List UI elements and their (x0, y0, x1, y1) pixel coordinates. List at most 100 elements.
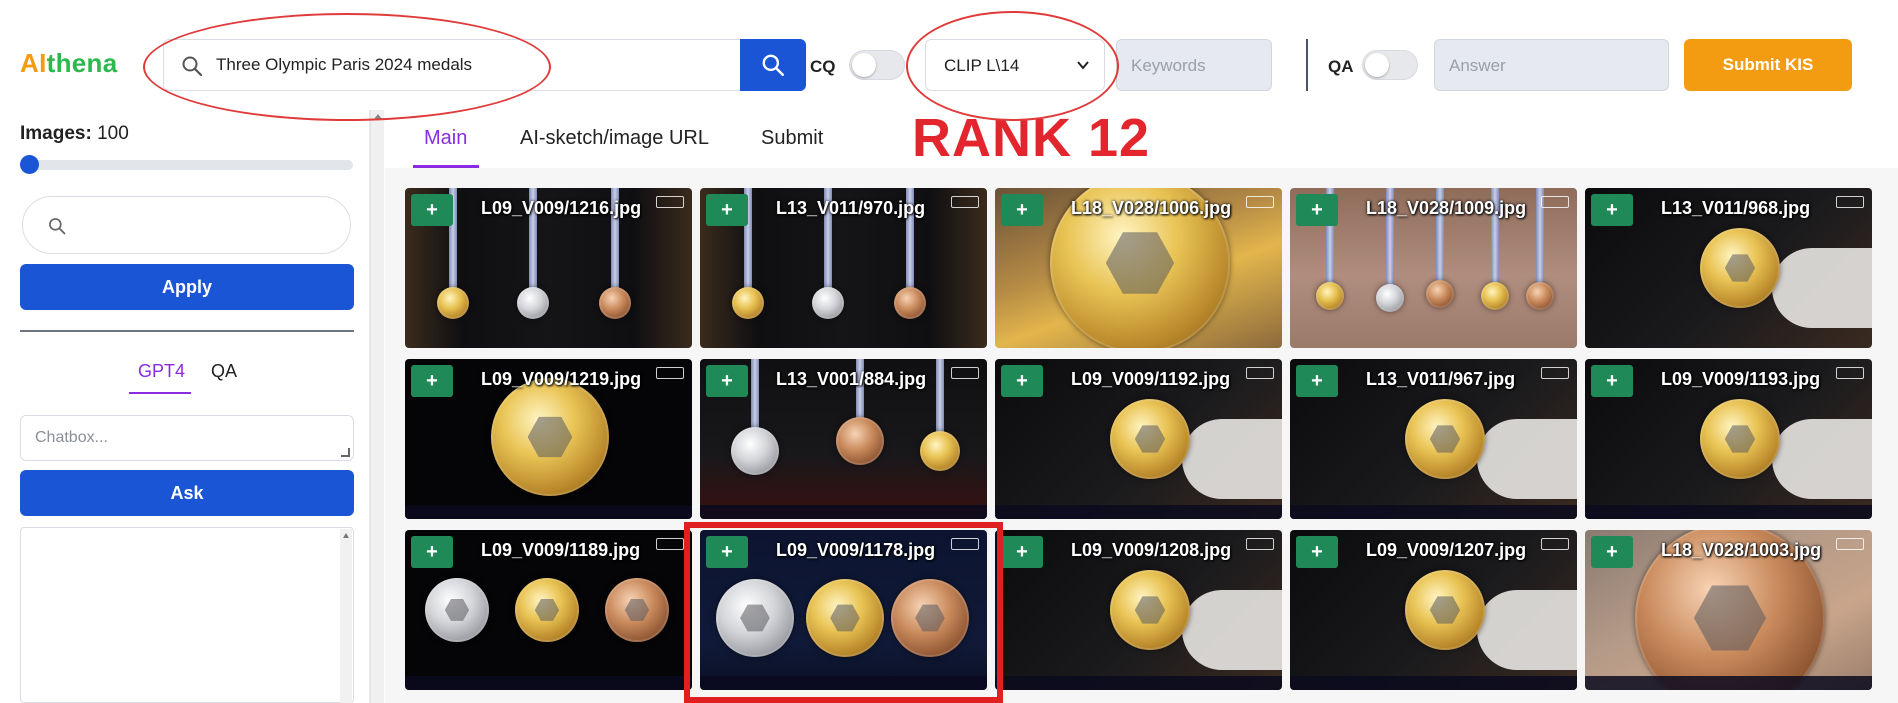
vtv-logo-icon (656, 367, 684, 379)
plus-icon[interactable]: + (706, 365, 748, 397)
panel-scrollbar[interactable] (370, 110, 384, 703)
chevron-down-icon (1077, 61, 1089, 70)
result-thumbnail[interactable]: + L09_V009/1189.jpg (405, 530, 692, 690)
thumbnail-filename: L09_V009/1193.jpg (1661, 369, 1821, 389)
medal-shape (517, 287, 549, 319)
result-thumbnail[interactable]: + L09_V009/1207.jpg (1290, 530, 1577, 690)
plus-icon[interactable]: + (1296, 194, 1338, 226)
glove-shape (1477, 419, 1577, 499)
plus-icon[interactable]: + (1001, 194, 1043, 226)
news-ticker (700, 676, 987, 690)
plus-icon[interactable]: + (1591, 194, 1633, 226)
resize-grip-icon[interactable] (341, 448, 350, 457)
news-ticker (1585, 676, 1872, 690)
tab-main[interactable]: Main (424, 127, 467, 150)
vtv-logo-icon (1541, 538, 1569, 550)
plus-icon[interactable]: + (706, 194, 748, 226)
plus-icon[interactable]: + (411, 365, 453, 397)
medal-shape (732, 287, 764, 319)
vtv-logo-icon (1246, 538, 1274, 550)
result-thumbnail[interactable]: + L09_V009/1178.jpg (700, 530, 987, 690)
result-thumbnail[interactable]: + L18_V028/1009.jpg (1290, 188, 1577, 348)
vtv-logo-icon (1246, 367, 1274, 379)
medal-shape (1426, 280, 1454, 308)
qa-toggle[interactable] (1362, 50, 1418, 80)
tab-gpt4[interactable]: GPT4 (138, 361, 185, 382)
ask-button[interactable]: Ask (20, 470, 354, 516)
glove-shape (1182, 590, 1282, 670)
news-ticker (1290, 505, 1577, 519)
tab-ai-sketch[interactable]: AI-sketch/image URL (520, 127, 709, 150)
result-thumbnail[interactable]: + L09_V009/1192.jpg (995, 359, 1282, 519)
plus-icon[interactable]: + (411, 536, 453, 568)
submit-kis-button[interactable]: Submit KIS (1684, 39, 1852, 91)
medal-ribbon (936, 359, 944, 435)
tab-submit[interactable]: Submit (761, 127, 823, 150)
plus-icon[interactable]: + (1001, 365, 1043, 397)
images-slider-thumb[interactable] (20, 155, 39, 174)
header-divider (1306, 39, 1308, 91)
result-thumbnail[interactable]: + L09_V009/1216.jpg (405, 188, 692, 348)
cq-label: CQ (810, 57, 836, 76)
answer-input[interactable]: Answer (1434, 39, 1669, 91)
news-ticker (1290, 676, 1577, 690)
news-ticker (1585, 505, 1872, 519)
sidebar-search-input[interactable] (22, 196, 351, 254)
result-thumbnail[interactable]: + L13_V011/967.jpg (1290, 359, 1577, 519)
tab-qa[interactable]: QA (211, 361, 237, 382)
medal-shape (1526, 282, 1554, 310)
plus-icon[interactable]: + (411, 194, 453, 226)
result-thumbnail[interactable]: + L13_V011/968.jpg (1585, 188, 1872, 348)
images-label-text: Images: (20, 123, 92, 144)
glove-shape (1182, 419, 1282, 499)
news-ticker (700, 505, 987, 519)
news-ticker (405, 676, 692, 690)
vtv-logo-icon (1541, 196, 1569, 208)
news-ticker (995, 676, 1282, 690)
answer-placeholder: Answer (1449, 56, 1506, 75)
model-select[interactable]: CLIP L\14 (925, 39, 1105, 91)
logo-part-thena: thena (46, 48, 118, 78)
plus-icon[interactable]: + (1001, 536, 1043, 568)
thumbnail-filename: L18_V028/1003.jpg (1661, 540, 1822, 560)
result-thumbnail[interactable]: + L09_V009/1193.jpg (1585, 359, 1872, 519)
plus-icon[interactable]: + (1296, 536, 1338, 568)
thumbnail-filename: L09_V009/1208.jpg (1071, 540, 1232, 560)
cq-toggle[interactable] (849, 50, 905, 80)
apply-button[interactable]: Apply (20, 264, 354, 310)
images-slider-track[interactable] (20, 160, 353, 170)
result-thumbnail[interactable]: + L09_V009/1219.jpg (405, 359, 692, 519)
glove-shape (1772, 248, 1872, 328)
plus-icon[interactable]: + (1591, 365, 1633, 397)
result-thumbnail[interactable]: + L13_V011/970.jpg (700, 188, 987, 348)
vtv-logo-icon (1836, 538, 1864, 550)
medal-shape (1316, 282, 1344, 310)
vtv-logo-icon (1246, 196, 1274, 208)
chatbox-input[interactable]: Chatbox... (20, 415, 354, 461)
thumbnail-filename: L13_V011/967.jpg (1366, 369, 1516, 389)
main-panel: Main AI-sketch/image URL Submit RANK 12 … (385, 108, 1898, 703)
medal-shape (731, 427, 779, 475)
result-thumbnail[interactable]: + L09_V009/1208.jpg (995, 530, 1282, 690)
glove-shape (1477, 590, 1577, 670)
thumbnail-filename: L09_V009/1219.jpg (481, 369, 642, 389)
query-search-input[interactable]: Three Olympic Paris 2024 medals (163, 39, 740, 91)
plus-icon[interactable]: + (1296, 365, 1338, 397)
medal-shape (812, 287, 844, 319)
plus-icon[interactable]: + (1591, 536, 1633, 568)
result-thumbnail[interactable]: + L18_V028/1006.jpg (995, 188, 1282, 348)
app-logo: AIthena (20, 48, 117, 79)
keywords-input[interactable]: Keywords (1116, 39, 1272, 91)
news-ticker (995, 505, 1282, 519)
result-thumbnail[interactable]: + L18_V028/1003.jpg (1585, 530, 1872, 690)
medal-shape (437, 287, 469, 319)
plus-icon[interactable]: + (706, 536, 748, 568)
model-select-value: CLIP L\14 (944, 56, 1020, 75)
vtv-logo-icon (1836, 367, 1864, 379)
search-button[interactable] (740, 39, 806, 91)
chat-response-area[interactable] (20, 527, 354, 703)
scrollbar[interactable] (340, 529, 352, 703)
result-thumbnail[interactable]: + L13_V001/884.jpg (700, 359, 987, 519)
thumbnail-filename: L13_V011/970.jpg (776, 198, 926, 218)
news-ticker (405, 505, 692, 519)
